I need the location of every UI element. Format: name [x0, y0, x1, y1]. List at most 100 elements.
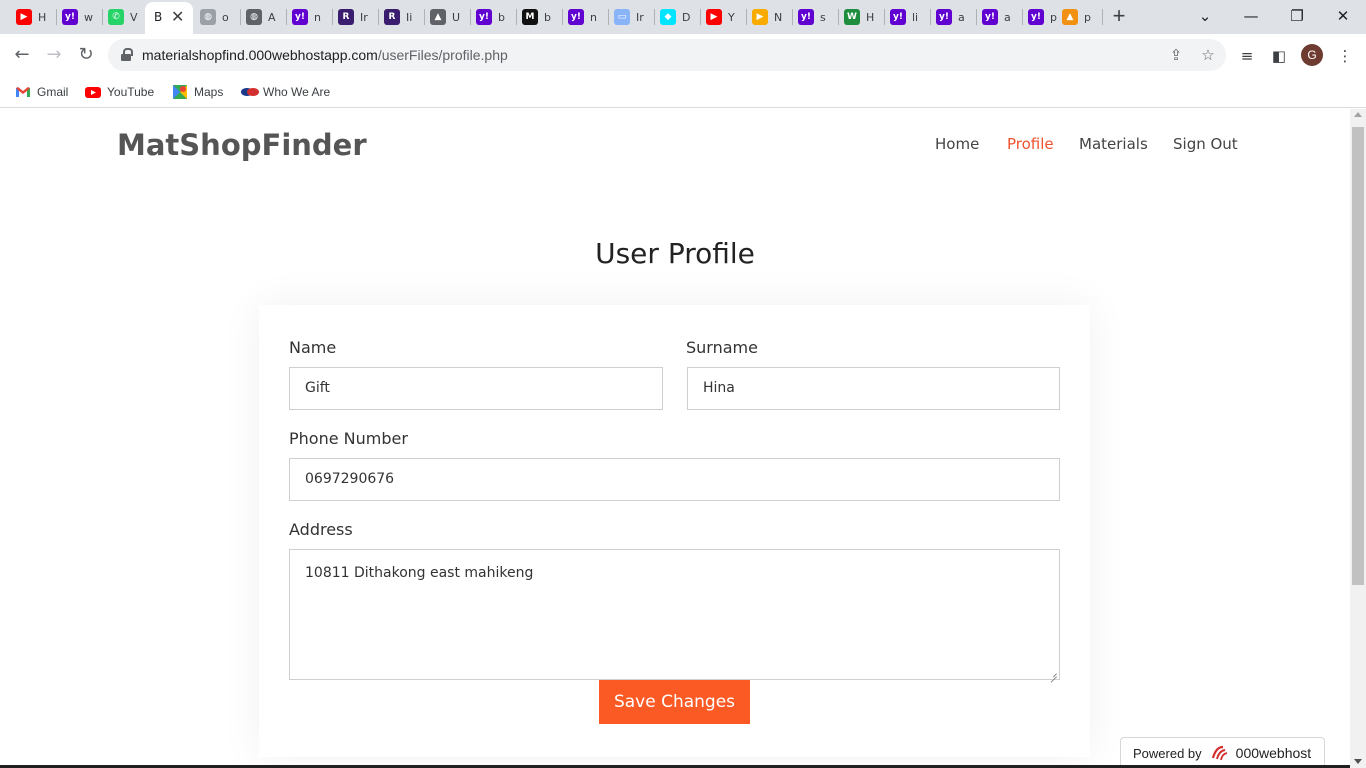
- bookmark-star-icon[interactable]: ☆: [1198, 45, 1218, 65]
- browser-tab[interactable]: ▶ Y: [706, 5, 735, 29]
- browser-tab[interactable]: y! p: [1028, 5, 1057, 29]
- nav-home[interactable]: Home: [935, 135, 979, 153]
- r-icon: R: [384, 9, 400, 25]
- tab-strip: ▶ Hy! w ✆ V ◍ o ◍ Ay! n R Ir R Ii ▲ Uy! b Mb y! n ▭ Ir ◆ D ▶ Y ▶ Ny…: [0, 0, 1366, 34]
- globe-icon: ◍: [246, 9, 262, 25]
- tab-separator: [516, 9, 517, 25]
- bookmark-maps[interactable]: Maps: [172, 82, 223, 102]
- side-panel-icon[interactable]: ◧: [1268, 45, 1290, 67]
- webhost-logo-icon: [1210, 744, 1232, 762]
- surname-input[interactable]: Hina: [687, 367, 1060, 410]
- browser-tab[interactable]: ◍ A: [246, 5, 276, 29]
- page-scrollbar[interactable]: [1350, 109, 1366, 768]
- restore-button[interactable]: ❐: [1282, 3, 1312, 29]
- powered-by-badge[interactable]: Powered by 000webhost: [1120, 737, 1325, 768]
- reload-icon[interactable]: ↻: [74, 43, 98, 67]
- browser-tab[interactable]: ▲ U: [430, 5, 460, 29]
- m-icon: M: [522, 9, 538, 25]
- cyan-icon: ◆: [660, 9, 676, 25]
- browser-tab[interactable]: ▭ Ir: [614, 5, 644, 29]
- forward-icon[interactable]: →: [42, 43, 66, 67]
- browser-tab[interactable]: y! a: [936, 5, 965, 29]
- resize-handle[interactable]: [1049, 669, 1057, 677]
- cap-icon: ▲: [430, 9, 446, 25]
- bookmark-youtube[interactable]: YouTube: [85, 82, 154, 102]
- surname-label: Surname: [686, 338, 758, 357]
- tab-separator: [654, 9, 655, 25]
- youtube-icon: ▶: [16, 9, 32, 25]
- scroll-down-arrow-icon[interactable]: [1354, 759, 1362, 764]
- close-tab-icon[interactable]: ✕: [171, 7, 184, 27]
- tab-title: D: [682, 10, 691, 24]
- tab-separator: [838, 9, 839, 25]
- browser-tab[interactable]: WH: [844, 5, 874, 29]
- browser-tab[interactable]: y! li: [890, 5, 918, 29]
- yahoo-icon: y!: [798, 9, 814, 25]
- bookmark-label: Who We Are: [263, 85, 331, 99]
- minimize-button[interactable]: —: [1236, 3, 1266, 29]
- scroll-thumb[interactable]: [1352, 127, 1364, 585]
- menu-icon[interactable]: ⋮: [1334, 45, 1356, 67]
- tab-search-icon[interactable]: ⌄: [1190, 3, 1220, 29]
- browser-tab[interactable]: ✆ V: [108, 5, 138, 29]
- nav-profile[interactable]: Profile: [1007, 135, 1054, 153]
- name-input[interactable]: Gift: [289, 367, 663, 410]
- tab-separator: [746, 9, 747, 25]
- tab-title: a: [1004, 10, 1011, 24]
- tab-title: p: [1084, 10, 1091, 24]
- profile-avatar[interactable]: G: [1301, 44, 1323, 66]
- host-brand: 000webhost: [1235, 745, 1312, 761]
- browser-tab[interactable]: y! a: [982, 5, 1011, 29]
- browser-tab[interactable]: y! n: [292, 5, 321, 29]
- tab-title: U: [452, 10, 461, 24]
- browser-tab[interactable]: R Ir: [338, 5, 368, 29]
- browser-tab[interactable]: y! w: [62, 5, 93, 29]
- media-icon[interactable]: ≡: [1236, 45, 1258, 67]
- new-tab-button[interactable]: +: [1108, 5, 1130, 29]
- w-icon: W: [844, 9, 860, 25]
- browser-tab[interactable]: ▶ N: [752, 5, 782, 29]
- url-text[interactable]: materialshopfind.000webhostapp.com/userF…: [142, 47, 508, 63]
- lock-icon[interactable]: [121, 48, 133, 61]
- back-icon[interactable]: ←: [10, 43, 34, 67]
- globe-icon: ◍: [200, 9, 216, 25]
- tab-active[interactable]: B ✕: [145, 2, 193, 34]
- address-textarea[interactable]: 10811 Dithakong east mahikeng: [289, 549, 1060, 680]
- active-tab-title: B: [154, 10, 163, 24]
- bookmark-who-we-are[interactable]: Who We Are: [241, 82, 330, 102]
- nav-sign-out[interactable]: Sign Out: [1173, 135, 1238, 153]
- tab-separator: [608, 9, 609, 25]
- browser-tab[interactable]: R Ii: [384, 5, 412, 29]
- browser-tab[interactable]: y! s: [798, 5, 826, 29]
- tab-title: n: [590, 10, 597, 24]
- browser-tab[interactable]: Mb: [522, 5, 551, 29]
- browser-tab[interactable]: ◍ o: [200, 5, 229, 29]
- bookmarks-bar: Gmail YouTube Maps Who We Are: [0, 76, 1366, 108]
- browser-tab[interactable]: ▶ H: [16, 5, 46, 29]
- address-label: Address: [289, 520, 353, 539]
- browser-tab[interactable]: y! b: [476, 5, 505, 29]
- tab-separator: [700, 9, 701, 25]
- bookmark-gmail[interactable]: Gmail: [15, 82, 68, 102]
- bookmark-label: Maps: [194, 85, 224, 99]
- tab-title: H: [866, 10, 875, 24]
- close-window-button[interactable]: ✕: [1328, 3, 1358, 29]
- bookmark-label: YouTube: [107, 85, 155, 99]
- save-changes-button[interactable]: Save Changes: [599, 680, 750, 724]
- yahoo-icon: y!: [890, 9, 906, 25]
- tab-separator: [332, 9, 333, 25]
- address-bar[interactable]: materialshopfind.000webhostapp.com/userF…: [108, 39, 1226, 71]
- browser-tab[interactable]: ▲ p: [1062, 5, 1091, 29]
- tab-title: a: [958, 10, 965, 24]
- browser-tab[interactable]: ◆ D: [660, 5, 690, 29]
- browser-tab[interactable]: y! n: [568, 5, 597, 29]
- phone-input[interactable]: 0697290676: [289, 458, 1060, 501]
- site-brand[interactable]: MatShopFinder: [117, 128, 367, 162]
- scroll-up-arrow-icon[interactable]: [1354, 112, 1362, 117]
- tab-title: Ir: [360, 10, 368, 24]
- yahoo-icon: y!: [936, 9, 952, 25]
- share-icon[interactable]: ⇪: [1166, 45, 1186, 65]
- nav-materials[interactable]: Materials: [1079, 135, 1148, 153]
- bookmark-label: Gmail: [37, 85, 69, 99]
- play-icon: ▶: [752, 9, 768, 25]
